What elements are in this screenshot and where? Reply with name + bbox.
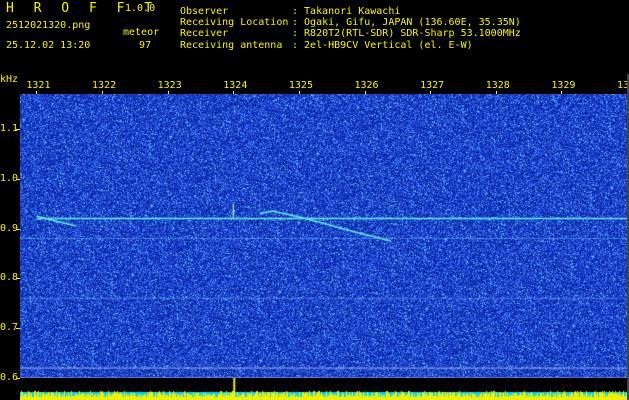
antenna-label: Receiving antenna <box>180 40 283 51</box>
x-tick-label: 1329 <box>551 80 576 91</box>
receiver-label: Receiver <box>180 28 229 39</box>
location-value: : Ogaki, Gifu, JAPAN (136.60E, 35.35N) <box>292 17 521 28</box>
observer-value: : Takanori Kawachi <box>292 6 401 17</box>
app-version: 1.0.0 <box>125 3 156 14</box>
x-tick-label: 1328 <box>485 80 510 91</box>
x-tick-label: 1324 <box>223 80 248 91</box>
x-tick-label: 1322 <box>92 80 117 91</box>
signal-histogram <box>20 378 627 400</box>
x-tick-label: 1326 <box>354 80 379 91</box>
receiver-value: : R820T2(RTL-SDR) SDR-Sharp 53.1000MHz <box>292 28 521 39</box>
antenna-value: : 2el-HB9CV Vertical (el. E-W) <box>292 40 473 51</box>
x-tick-label: 1323 <box>157 80 182 91</box>
x-tick-label: 1325 <box>288 80 313 91</box>
detection-count: 97 <box>139 40 152 51</box>
spectrogram <box>20 94 627 388</box>
timestamp: 25.12.02 13:20 <box>6 40 91 51</box>
x-tick-label: 1321 <box>26 80 51 91</box>
file-name: 2512021320.png <box>6 20 91 31</box>
mode-label: meteor <box>123 27 160 38</box>
location-label: Receiving Location <box>180 17 289 28</box>
observer-label: Observer <box>180 6 229 17</box>
y-axis-unit: kHz <box>0 74 19 85</box>
x-tick-label: 1327 <box>420 80 445 91</box>
header-panel: H R O F F T 1.0.0 2512021320.png meteor … <box>0 0 629 74</box>
